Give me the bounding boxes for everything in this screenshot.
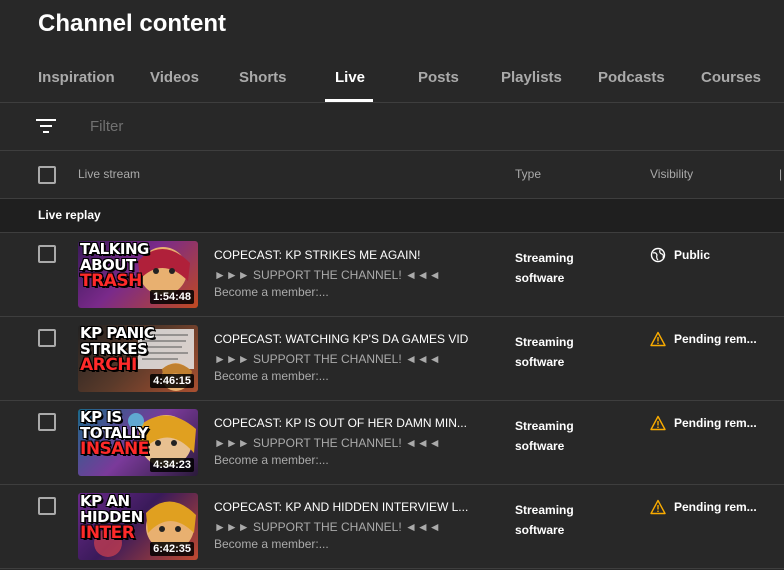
column-header-visibility[interactable]: Visibility [650, 167, 693, 181]
visibility-status[interactable]: Pending rem... [650, 499, 757, 515]
visibility-status[interactable]: Pending rem... [650, 415, 757, 431]
stream-type: Streaming software [515, 335, 574, 369]
thumbnail-text: KP PANIC STRIKES ARCHI [80, 325, 155, 375]
video-description: ►►► SUPPORT THE CHANNEL! ◄◄◄ [214, 352, 441, 366]
video-thumbnail[interactable]: KP AN HIDDEN INTER 6:42:35 [78, 493, 198, 560]
video-description: ►►► SUPPORT THE CHANNEL! ◄◄◄ [214, 520, 441, 534]
video-description: Become a member:... [214, 537, 329, 551]
column-header-live-stream[interactable]: Live stream [78, 167, 140, 181]
warning-icon [650, 499, 666, 515]
row-checkbox[interactable] [38, 497, 56, 515]
tab-live[interactable]: Live [335, 69, 365, 86]
video-thumbnail[interactable]: TALKING ABOUT TRASH 1:54:48 [78, 241, 198, 308]
video-duration: 6:42:35 [150, 542, 194, 556]
row-checkbox[interactable] [38, 329, 56, 347]
filter-icon[interactable] [36, 119, 56, 133]
visibility-status[interactable]: Pending rem... [650, 331, 757, 347]
select-all-checkbox[interactable] [38, 166, 56, 184]
video-description: Become a member:... [214, 285, 329, 299]
stream-type: Streaming software [515, 251, 574, 285]
video-thumbnail[interactable]: KP PANIC STRIKES ARCHI 4:46:15 [78, 325, 198, 392]
video-title[interactable]: COPECAST: KP AND HIDDEN INTERVIEW L... [214, 500, 484, 514]
visibility-label: Pending rem... [674, 332, 757, 346]
video-description: ►►► SUPPORT THE CHANNEL! ◄◄◄ [214, 436, 441, 450]
row-checkbox[interactable] [38, 413, 56, 431]
section-label: Live replay [38, 208, 101, 222]
tab-podcasts[interactable]: Podcasts [598, 69, 665, 86]
video-title[interactable]: COPECAST: KP STRIKES ME AGAIN! [214, 248, 484, 262]
tab-shorts[interactable]: Shorts [239, 69, 287, 86]
stream-type: Streaming software [515, 419, 574, 453]
video-description: Become a member:... [214, 369, 329, 383]
section-header: Live replay [0, 199, 784, 233]
tab-playlists[interactable]: Playlists [501, 69, 562, 86]
video-duration: 1:54:48 [150, 290, 194, 304]
page-title: Channel content [38, 10, 227, 37]
table-row[interactable]: KP AN HIDDEN INTER 6:42:35 COPECAST: KP … [0, 485, 784, 569]
table-row[interactable]: KP PANIC STRIKES ARCHI 4:46:15 COPECAST:… [0, 317, 784, 401]
tab-posts[interactable]: Posts [418, 69, 459, 86]
tab-bar: Inspiration Videos Shorts Live Posts Pla… [0, 56, 784, 103]
thumbnail-text: KP AN HIDDEN INTER [80, 493, 143, 543]
tab-inspiration[interactable]: Inspiration [38, 69, 115, 86]
video-title[interactable]: COPECAST: KP IS OUT OF HER DAMN MIN... [214, 416, 484, 430]
video-duration: 4:34:23 [150, 458, 194, 472]
filter-bar: Filter [0, 102, 784, 151]
visibility-label: Pending rem... [674, 416, 757, 430]
column-header-type[interactable]: Type [515, 167, 541, 181]
tab-courses[interactable]: Courses [701, 69, 761, 86]
video-description: Become a member:... [214, 453, 329, 467]
globe-icon [650, 247, 666, 263]
table-row[interactable]: TALKING ABOUT TRASH 1:54:48 COPECAST: KP… [0, 233, 784, 317]
video-title[interactable]: COPECAST: WATCHING KP'S DA GAMES VID [214, 332, 484, 346]
video-thumbnail[interactable]: KP IS TOTALLY INSANE 4:34:23 [78, 409, 198, 476]
warning-icon [650, 331, 666, 347]
row-checkbox[interactable] [38, 245, 56, 263]
visibility-label: Pending rem... [674, 500, 757, 514]
video-description: ►►► SUPPORT THE CHANNEL! ◄◄◄ [214, 268, 441, 282]
table-row[interactable]: KP IS TOTALLY INSANE 4:34:23 COPECAST: K… [0, 401, 784, 485]
video-duration: 4:46:15 [150, 374, 194, 388]
stream-type: Streaming software [515, 503, 574, 537]
warning-icon [650, 415, 666, 431]
column-header-truncated: | [779, 167, 783, 181]
thumbnail-text: TALKING ABOUT TRASH [80, 241, 149, 291]
thumbnail-text: KP IS TOTALLY INSANE [80, 409, 149, 459]
table-header: Live stream Type Visibility | [0, 151, 784, 199]
tab-videos[interactable]: Videos [150, 69, 199, 86]
visibility-label: Public [674, 248, 711, 262]
filter-input[interactable]: Filter [90, 118, 123, 135]
visibility-status[interactable]: Public [650, 247, 710, 263]
